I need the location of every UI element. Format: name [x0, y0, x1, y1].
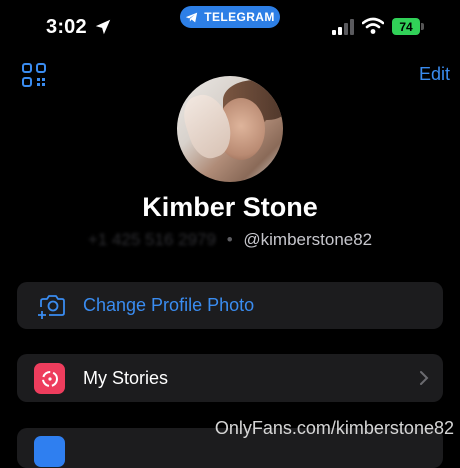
- stories-icon: [34, 363, 65, 394]
- profile-subtitle: +1 425 516 2979 • @kimberstone82: [0, 230, 460, 250]
- camera-add-icon: [38, 295, 65, 319]
- battery-indicator: 74: [392, 18, 424, 35]
- my-stories-label: My Stories: [83, 368, 169, 388]
- location-arrow-icon: [95, 19, 111, 35]
- telegram-pill-label: TELEGRAM: [204, 10, 275, 24]
- stories-ring-icon: [41, 370, 58, 387]
- watermark-text: OnlyFans.com/kimberstone82: [214, 418, 454, 438]
- change-profile-photo-label: Change Profile Photo: [83, 295, 255, 315]
- profile-username[interactable]: @kimberstone82: [243, 230, 372, 249]
- profile-name: Kimber Stone: [142, 192, 318, 222]
- settings-row-icon: [34, 436, 65, 467]
- telegram-pill[interactable]: TELEGRAM: [180, 6, 280, 28]
- profile-phone: +1 425 516 2979: [87, 230, 216, 249]
- wifi-icon: [362, 17, 384, 34]
- my-stories-row[interactable]: My Stories: [17, 354, 443, 402]
- signal-icon: [332, 19, 354, 35]
- subtitle-separator: •: [226, 230, 233, 249]
- edit-button[interactable]: Edit: [419, 64, 450, 85]
- qr-code-icon[interactable]: [22, 63, 46, 87]
- battery-tip: [421, 23, 424, 30]
- chevron-right-icon: [420, 371, 429, 385]
- battery-level: 74: [392, 18, 420, 35]
- change-profile-photo-button[interactable]: Change Profile Photo: [17, 282, 443, 329]
- status-time: 3:02: [46, 16, 87, 38]
- avatar[interactable]: [177, 76, 283, 182]
- telegram-icon: [186, 12, 198, 22]
